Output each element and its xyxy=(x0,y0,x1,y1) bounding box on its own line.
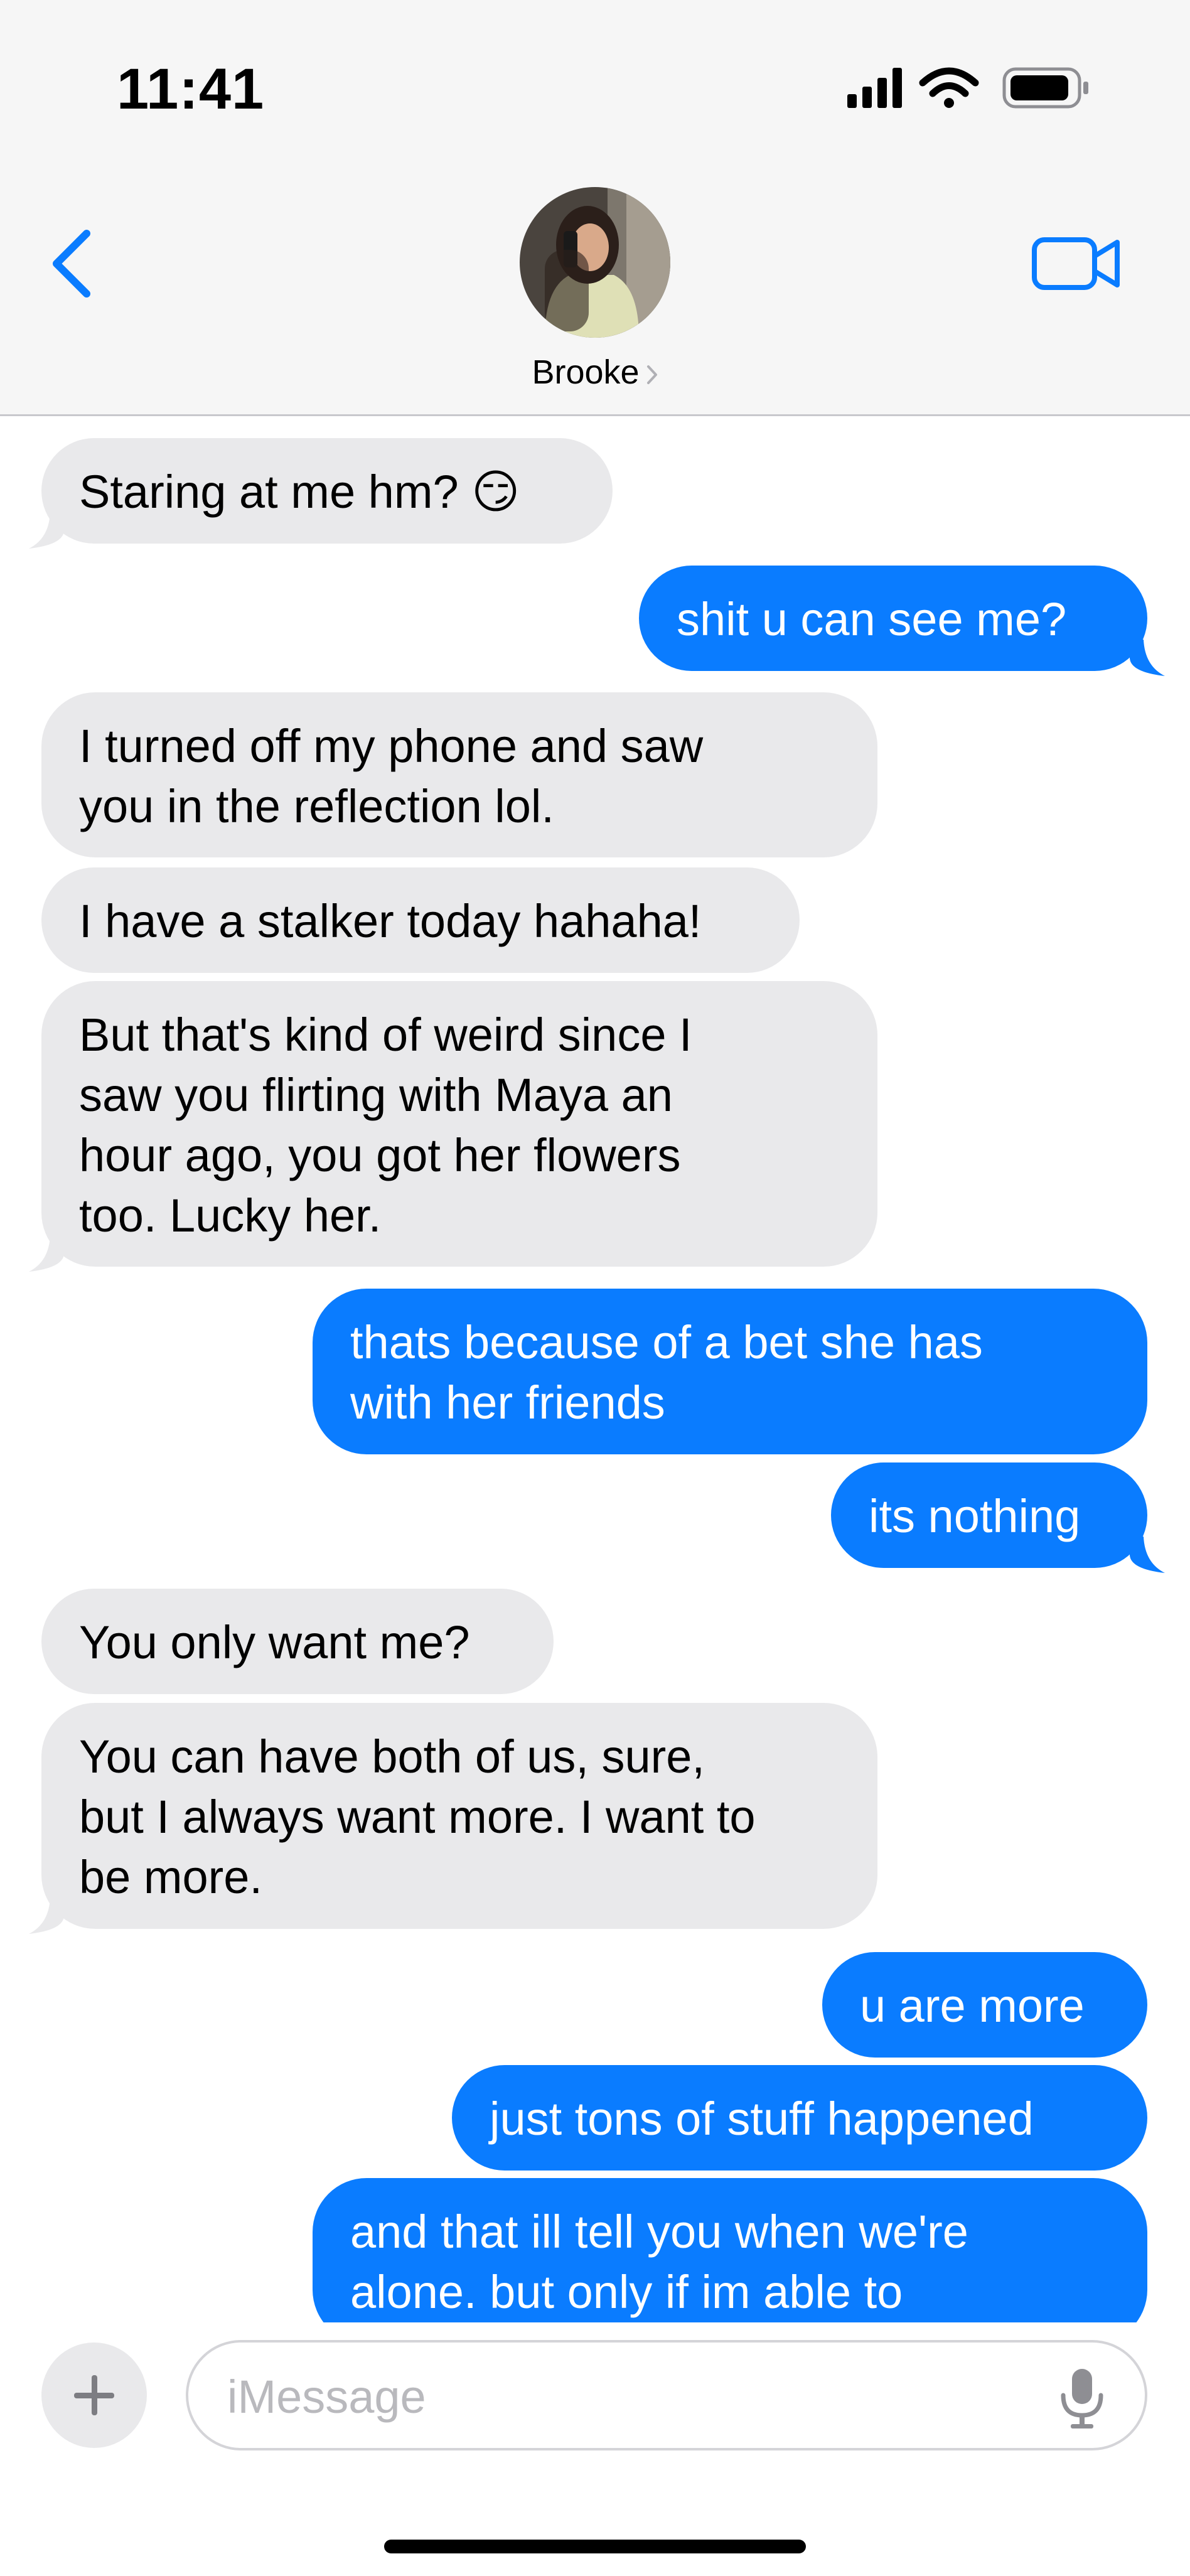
message-composer xyxy=(0,2322,1190,2576)
contact-name: Brooke xyxy=(532,353,640,391)
imessage-input[interactable] xyxy=(226,2368,1044,2425)
battery-icon xyxy=(1002,67,1088,109)
microphone-icon[interactable] xyxy=(1057,2366,1107,2429)
message-bubble-incoming[interactable]: You can have both of us, sure, but I alw… xyxy=(41,1703,877,1929)
conversation-header: 11:41 Brooke xyxy=(0,0,1190,416)
message-bubble-incoming[interactable]: Staring at me hm? 😏 xyxy=(41,438,613,544)
status-time: 11:41 xyxy=(117,57,265,121)
bubble-tail xyxy=(1130,640,1165,676)
contact-name-button[interactable]: Brooke xyxy=(469,353,721,392)
message-bubble-incoming[interactable]: I turned off my phone and saw you in the… xyxy=(41,692,877,857)
message-bubble-incoming[interactable]: I have a stalker today hahaha! xyxy=(41,867,800,973)
message-bubble-outgoing[interactable]: its nothing xyxy=(831,1462,1147,1568)
message-bubble-incoming[interactable]: You only want me? xyxy=(41,1589,554,1694)
apps-plus-button[interactable] xyxy=(41,2343,147,2448)
imessage-input-container[interactable] xyxy=(186,2340,1147,2450)
message-bubble-outgoing[interactable]: u are more xyxy=(822,1952,1147,2058)
facetime-video-button[interactable] xyxy=(1029,232,1123,295)
message-bubble-outgoing[interactable]: thats because of a bet she has with her … xyxy=(313,1289,1147,1454)
message-bubble-outgoing[interactable]: shit u can see me? xyxy=(639,566,1147,671)
back-button[interactable] xyxy=(38,220,100,308)
message-bubble-outgoing[interactable]: just tons of stuff happened xyxy=(452,2065,1147,2171)
bubble-tail xyxy=(29,1897,64,1934)
bubble-tail xyxy=(1130,1537,1165,1573)
messages-screen: 11:41 Brooke Staring at me hm? 😏 shit u … xyxy=(0,0,1190,2576)
chevron-left-icon xyxy=(53,230,90,298)
message-thread[interactable]: Staring at me hm? 😏 shit u can see me? I… xyxy=(0,416,1190,2322)
bubble-tail xyxy=(29,512,64,549)
bubble-tail xyxy=(29,1235,64,1272)
wifi-icon xyxy=(919,67,979,108)
cellular-signal-icon xyxy=(847,68,902,108)
message-bubble-outgoing[interactable]: and that ill tell you when we're alone. … xyxy=(313,2178,1147,2322)
status-icons xyxy=(847,67,1088,109)
home-indicator[interactable] xyxy=(384,2540,806,2553)
contact-avatar[interactable] xyxy=(520,187,670,338)
video-camera-icon xyxy=(1032,237,1120,290)
avatar-photo xyxy=(520,187,670,338)
message-bubble-incoming[interactable]: But that's kind of weird since I saw you… xyxy=(41,981,877,1267)
chevron-right-icon xyxy=(646,365,657,384)
